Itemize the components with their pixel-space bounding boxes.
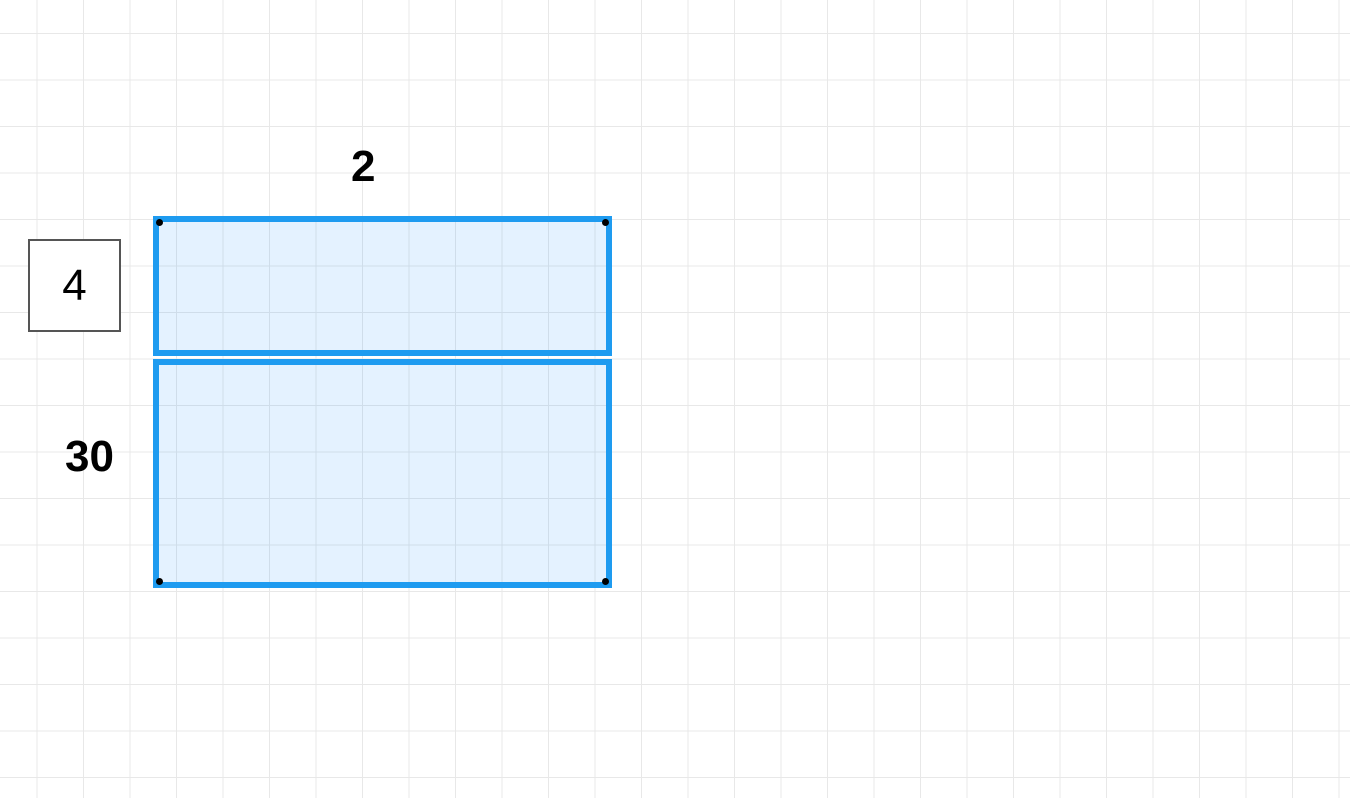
top-grid-band [5, 0, 1345, 33]
bottom-side-label: 30 [65, 432, 114, 482]
rectangle-bottom[interactable] [153, 359, 612, 588]
side-input-value: 4 [62, 261, 86, 311]
top-width-label: 2 [351, 142, 375, 192]
shape-container[interactable] [153, 216, 612, 588]
side-input-box[interactable]: 4 [28, 239, 121, 332]
corner-dot [156, 578, 163, 585]
corner-dot [602, 578, 609, 585]
corner-dot [602, 219, 609, 226]
rectangle-top[interactable] [153, 216, 612, 356]
corner-dot [156, 219, 163, 226]
